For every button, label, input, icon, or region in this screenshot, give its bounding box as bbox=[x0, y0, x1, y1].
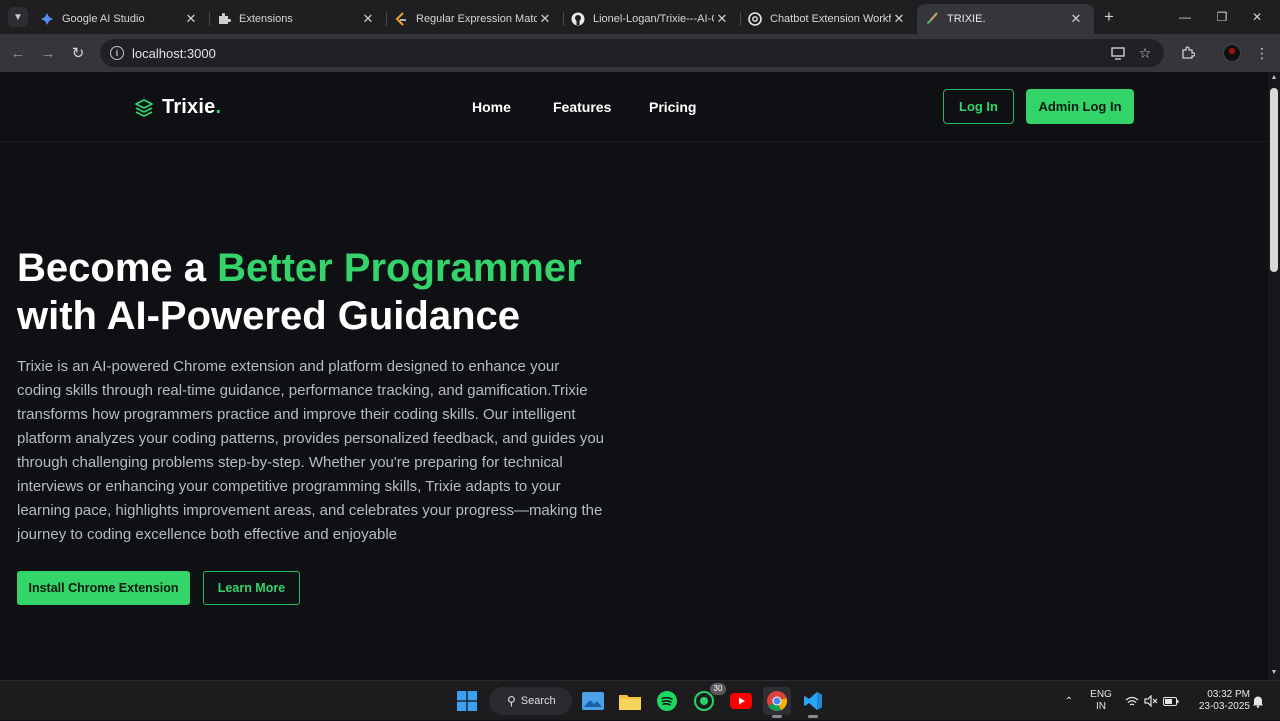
hero-title: Become a Better Programmer with AI-Power… bbox=[17, 244, 637, 340]
site-info-icon[interactable]: i bbox=[110, 46, 124, 60]
file-explorer-icon[interactable] bbox=[616, 687, 644, 715]
back-button[interactable]: ← bbox=[8, 43, 28, 63]
chrome-taskbar-icon[interactable] bbox=[763, 687, 791, 718]
battery-icon[interactable] bbox=[1162, 681, 1180, 721]
browser-toolbar: ← → ↻ i localhost:3000 ☆ ⋮ bbox=[0, 34, 1280, 72]
tab-title: Chatbot Extension Workflo bbox=[770, 13, 891, 25]
tab-regular-expression[interactable]: Regular Expression Matchi ✕ bbox=[386, 4, 563, 34]
site-header: Trixie. Home Features Pricing Log In Adm… bbox=[0, 72, 1268, 142]
hero-title-part1: Become a bbox=[17, 246, 218, 290]
reload-button[interactable]: ↻ bbox=[68, 43, 88, 63]
brush-icon bbox=[925, 12, 939, 26]
nav-features[interactable]: Features bbox=[553, 99, 611, 115]
install-extension-button[interactable]: Install Chrome Extension bbox=[17, 571, 190, 605]
vscode-icon[interactable] bbox=[799, 687, 827, 718]
speaker-muted-icon[interactable] bbox=[1143, 681, 1159, 721]
github-icon bbox=[571, 12, 585, 26]
language-line2: IN bbox=[1096, 701, 1106, 712]
close-icon[interactable]: ✕ bbox=[537, 11, 553, 27]
active-indicator bbox=[772, 715, 782, 718]
forward-button[interactable]: → bbox=[38, 43, 58, 63]
url-text: localhost:3000 bbox=[132, 45, 216, 61]
search-icon: ⚲ bbox=[507, 694, 516, 708]
close-icon[interactable]: ✕ bbox=[183, 11, 199, 27]
tab-search-button[interactable]: ▼ bbox=[8, 7, 28, 27]
hero-title-part2: with AI-Powered Guidance bbox=[17, 294, 521, 338]
system-clock[interactable]: 03:32 PM 23-03-2025 bbox=[1186, 689, 1250, 713]
logo-dot: . bbox=[215, 96, 222, 118]
close-window-button[interactable]: ✕ bbox=[1234, 0, 1280, 34]
chevron-up-icon[interactable]: ⌃ bbox=[1060, 681, 1078, 721]
clock-date: 23-03-2025 bbox=[1198, 701, 1250, 712]
chatgpt-icon bbox=[748, 12, 762, 26]
active-indicator bbox=[808, 715, 818, 718]
bookmark-star-icon[interactable]: ☆ bbox=[1135, 43, 1155, 63]
taskbar-search[interactable]: ⚲ Search bbox=[489, 687, 572, 715]
tab-chatbot-extension[interactable]: Chatbot Extension Workflo ✕ bbox=[740, 4, 917, 34]
scroll-down-arrow[interactable]: ▼ bbox=[1270, 669, 1278, 677]
language-line1: ENG bbox=[1090, 689, 1112, 700]
spotify-icon[interactable] bbox=[653, 687, 681, 715]
tab-list: Google AI Studio ✕ Extensions ✕ Regular … bbox=[32, 4, 1094, 34]
close-icon[interactable]: ✕ bbox=[714, 11, 730, 27]
tab-extensions[interactable]: Extensions ✕ bbox=[209, 4, 386, 34]
windows-taskbar: ⚲ Search 30 ⌃ ENG IN 03:32 PM 23-03-2025 bbox=[0, 680, 1280, 720]
close-icon[interactable]: ✕ bbox=[1068, 11, 1084, 27]
site-logo[interactable]: Trixie. bbox=[134, 96, 221, 119]
learn-more-button[interactable]: Learn More bbox=[203, 571, 300, 605]
youtube-icon[interactable] bbox=[727, 687, 755, 715]
login-button[interactable]: Log In bbox=[943, 89, 1014, 124]
language-indicator[interactable]: ENG IN bbox=[1088, 689, 1114, 713]
extensions-icon[interactable] bbox=[1178, 43, 1198, 63]
puzzle-icon bbox=[217, 12, 231, 26]
page-viewport: Trixie. Home Features Pricing Log In Adm… bbox=[0, 72, 1268, 680]
ai-studio-icon bbox=[40, 12, 54, 26]
more-menu-icon[interactable]: ⋮ bbox=[1252, 43, 1272, 63]
profile-avatar[interactable] bbox=[1223, 44, 1241, 62]
page-scrollbar[interactable]: ▲ ▼ bbox=[1268, 72, 1280, 680]
tab-title: Regular Expression Matchi bbox=[416, 13, 537, 25]
windows-start-icon[interactable] bbox=[453, 687, 481, 715]
new-tab-button[interactable]: + bbox=[1100, 8, 1118, 26]
scrollbar-thumb[interactable] bbox=[1270, 88, 1278, 272]
tab-title: TRIXIE. bbox=[947, 13, 986, 25]
notification-bell-icon[interactable] bbox=[1250, 681, 1266, 721]
whatsapp-icon[interactable]: 30 bbox=[690, 683, 726, 715]
search-label: Search bbox=[520, 695, 556, 707]
nav-home[interactable]: Home bbox=[472, 99, 511, 115]
tab-google-ai-studio[interactable]: Google AI Studio ✕ bbox=[32, 4, 209, 34]
hero-description: Trixie is an AI-powered Chrome extension… bbox=[17, 358, 605, 543]
tab-trixie[interactable]: TRIXIE. ✕ bbox=[917, 4, 1094, 34]
logo-text: Trixie bbox=[162, 96, 216, 118]
layers-icon bbox=[135, 98, 153, 117]
close-icon[interactable]: ✕ bbox=[360, 11, 376, 27]
browser-tab-strip: ▼ Google AI Studio ✕ Extensions ✕ Regula… bbox=[0, 0, 1280, 34]
tab-title: Google AI Studio bbox=[62, 13, 145, 25]
address-bar[interactable]: i localhost:3000 bbox=[100, 39, 1164, 67]
tab-github-repo[interactable]: Lionel-Logan/Trixie---AI-Cl ✕ bbox=[563, 4, 740, 34]
install-app-icon[interactable] bbox=[1108, 43, 1128, 63]
notification-badge: 30 bbox=[710, 683, 726, 695]
hero-title-accent: Better Programmer bbox=[217, 246, 582, 290]
close-icon[interactable]: ✕ bbox=[891, 11, 907, 27]
wifi-icon[interactable] bbox=[1124, 681, 1140, 721]
admin-login-button[interactable]: Admin Log In bbox=[1026, 89, 1134, 124]
photos-app-icon[interactable] bbox=[579, 687, 607, 715]
leetcode-icon bbox=[394, 12, 408, 26]
tab-title: Lionel-Logan/Trixie---AI-Cl bbox=[593, 13, 714, 25]
nav-pricing[interactable]: Pricing bbox=[649, 99, 696, 115]
clock-time: 03:32 PM bbox=[1207, 689, 1250, 700]
scroll-up-arrow[interactable]: ▲ bbox=[1270, 74, 1278, 82]
tab-title: Extensions bbox=[239, 13, 293, 25]
